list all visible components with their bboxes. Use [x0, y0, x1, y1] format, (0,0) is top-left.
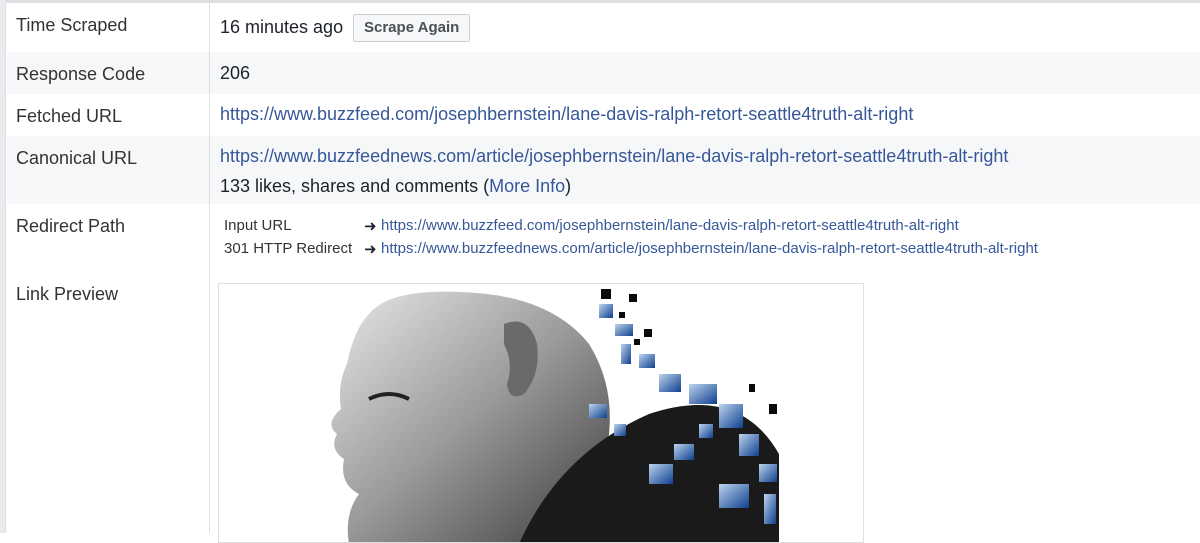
redirect-step-url[interactable]: https://www.buzzfeed.com/josephbernstein… — [381, 217, 959, 234]
engagement-close: ) — [565, 176, 572, 196]
redirect-path-label: Redirect Path — [16, 216, 126, 236]
canonical-url-link[interactable]: https://www.buzzfeednews.com/article/jos… — [220, 146, 1008, 167]
canonical-url-label: Canonical URL — [16, 148, 138, 168]
link-preview-image — [219, 284, 863, 542]
redirect-step-label: Input URL — [224, 217, 292, 234]
redirect-step-url[interactable]: https://www.buzzfeednews.com/article/jos… — [381, 240, 1038, 257]
time-scraped-value: 16 minutes ago — [220, 17, 344, 37]
fetched-url-link[interactable]: https://www.buzzfeed.com/josephbernstein… — [220, 104, 913, 125]
engagement-count: 133 likes, shares and comments (More Inf… — [220, 176, 571, 197]
time-scraped-label: Time Scraped — [16, 15, 128, 35]
arrow-right-icon: ➜ — [364, 241, 377, 258]
fetched-url-label: Fetched URL — [16, 106, 123, 126]
redirect-step-label: 301 HTTP Redirect — [224, 240, 353, 257]
column-divider — [209, 0, 210, 533]
arrow-right-icon: ➜ — [364, 218, 377, 235]
row-redirect-path: Redirect Path — [7, 204, 1200, 272]
more-info-link[interactable]: More Info — [489, 176, 565, 196]
link-preview-label: Link Preview — [16, 284, 119, 304]
left-border — [0, 0, 6, 533]
link-preview-card[interactable] — [218, 283, 864, 543]
response-code-value: 206 — [220, 63, 251, 83]
row-time-scraped: Time Scraped — [7, 3, 1200, 52]
scrape-again-button[interactable]: Scrape Again — [353, 14, 471, 42]
response-code-label: Response Code — [16, 64, 146, 84]
engagement-text: 133 likes, shares and comments ( — [220, 176, 490, 196]
row-response-code: Response Code — [7, 52, 1200, 94]
